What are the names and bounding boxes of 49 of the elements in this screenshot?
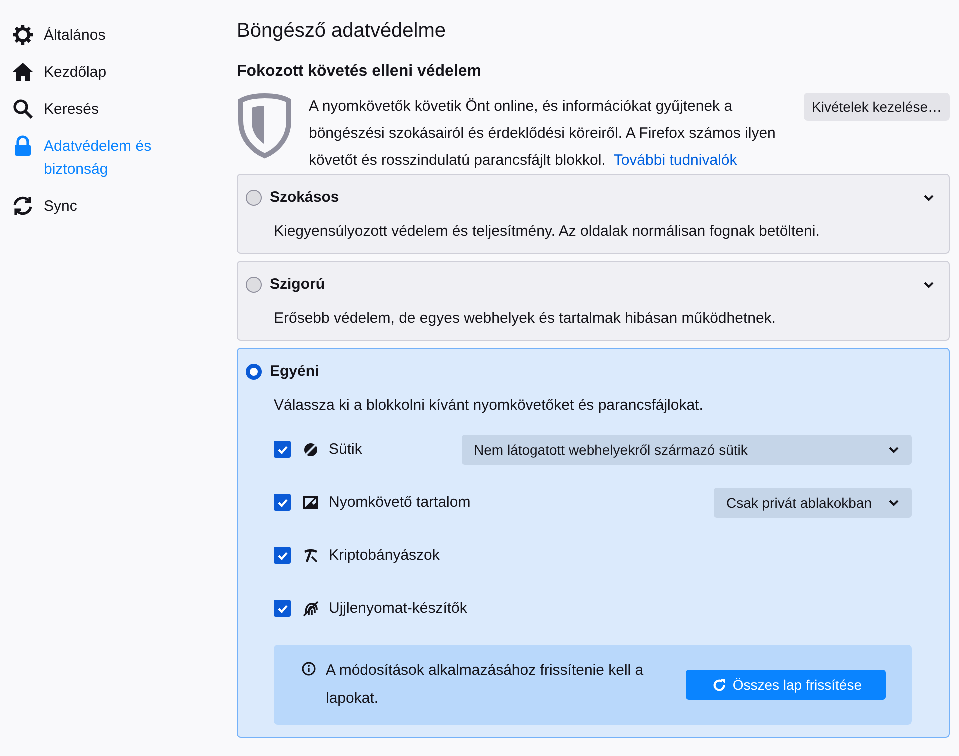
checkbox[interactable] bbox=[274, 494, 291, 511]
tracker-label: Ujjlenyomat-készítők bbox=[329, 600, 468, 617]
reload-tabs-button[interactable]: Összes lap frissítése bbox=[686, 670, 886, 700]
dropdown[interactable]: Csak privát ablakokban bbox=[714, 488, 912, 518]
check-icon bbox=[276, 602, 288, 614]
checkbox[interactable] bbox=[274, 600, 291, 617]
sidebar-item[interactable]: Kezdőlap bbox=[0, 57, 237, 92]
option-title: Szigorú bbox=[270, 276, 326, 293]
home-icon bbox=[13, 63, 33, 81]
image-icon bbox=[304, 496, 318, 510]
page-title: Böngésző adatvédelme bbox=[237, 20, 448, 43]
cookie-icon bbox=[304, 442, 318, 456]
radio-button[interactable] bbox=[246, 364, 262, 380]
sidebar-item[interactable]: Keresés bbox=[0, 94, 237, 129]
search-icon bbox=[14, 100, 34, 120]
check-icon bbox=[276, 444, 288, 456]
tracker-label: Sütik bbox=[329, 441, 364, 458]
gear-icon bbox=[12, 24, 34, 46]
sidebar-item[interactable]: Sync bbox=[0, 191, 237, 226]
option-description: Válassza ki a blokkolni kívánt nyomkövetőket és parancsfájlokat. bbox=[274, 397, 704, 415]
lock-icon bbox=[15, 136, 31, 156]
option-title: Egyéni bbox=[270, 363, 320, 380]
intro-text: A nyomkövetők követik Önt online, és információkat gyűjtenek a böngészési szokásairól és érdeklődési köreiről. A Firefox számos ilyen követőt és rosszindulatú parancsfájlt blokkol. További tudnivalók bbox=[309, 97, 777, 171]
notice-text: A módosítások alkalmazásához frissítenie kell a lapokat. bbox=[326, 661, 645, 709]
fingerprint-icon bbox=[303, 600, 319, 616]
learn-more-link[interactable]: További tudnivalók bbox=[614, 152, 738, 169]
sidebar-item[interactable]: Általános bbox=[0, 20, 237, 55]
pickaxe-icon bbox=[304, 548, 318, 563]
radio-button[interactable] bbox=[246, 276, 262, 292]
info-icon bbox=[302, 662, 316, 676]
dropdown[interactable]: Nem látogatott webhelyekről származó sütik bbox=[462, 434, 912, 464]
tracker-label: Kriptobányászok bbox=[329, 547, 441, 564]
reload-icon bbox=[712, 678, 727, 692]
protection-option-card[interactable]: Szokásos Kiegyensúlyozott védelem és teljesítmény. Az oldalak normálisan fognak betölteni. bbox=[237, 174, 950, 254]
check-icon bbox=[276, 550, 288, 562]
option-description: Erősebb védelem, de egyes webhelyek és tartalmak hibásan működhetnek. bbox=[274, 310, 777, 328]
option-title: Szokásos bbox=[270, 189, 340, 206]
sync-icon bbox=[14, 196, 32, 216]
option-description: Kiegyensúlyozott védelem és teljesítmény. Az oldalak normálisan fognak betölteni. bbox=[274, 223, 821, 241]
protection-option-card[interactable]: Szigorú Erősebb védelem, de egyes webhelyek és tartalmak hibásan működhetnek. bbox=[237, 261, 950, 341]
checkbox[interactable] bbox=[274, 547, 291, 564]
checkbox[interactable] bbox=[274, 441, 291, 458]
tracker-label: Nyomkövető tartalom bbox=[329, 494, 472, 511]
manage-exceptions-button[interactable]: Kivételek kezelése… bbox=[804, 93, 950, 121]
section-heading: Fokozott követés elleni védelem bbox=[237, 63, 483, 81]
radio-button[interactable] bbox=[246, 190, 262, 206]
protection-option-card[interactable] bbox=[237, 348, 950, 738]
check-icon bbox=[276, 496, 288, 508]
shield-icon bbox=[237, 93, 293, 159]
